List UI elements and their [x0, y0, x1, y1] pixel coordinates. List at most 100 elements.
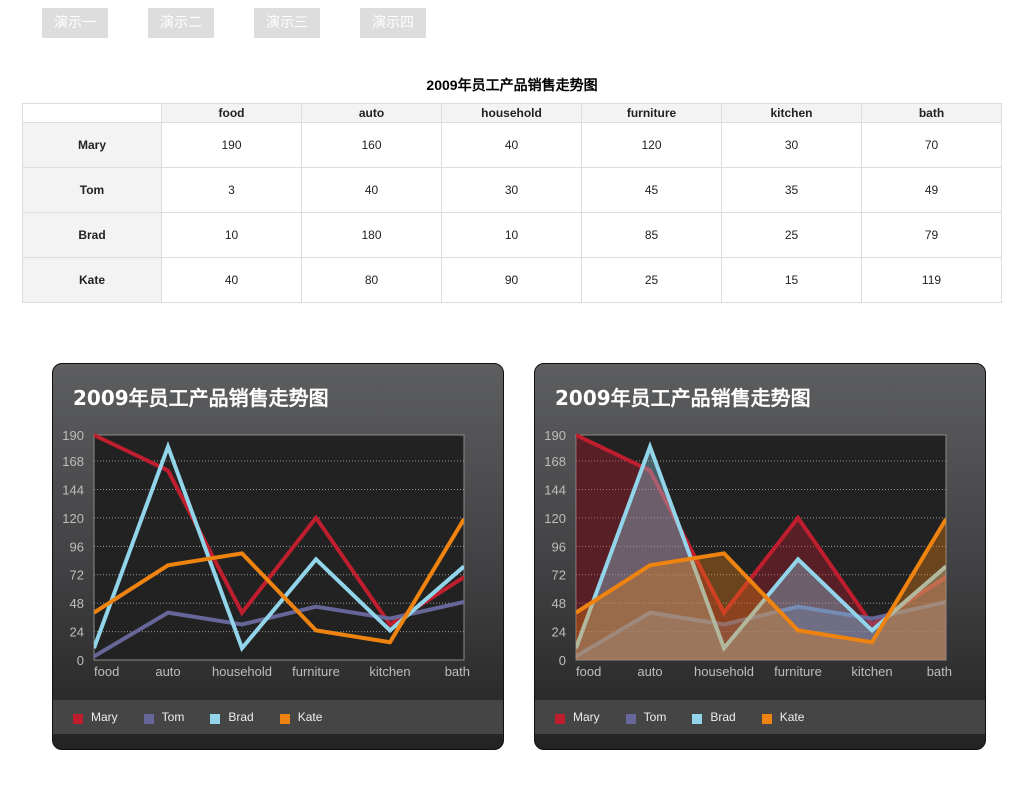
legend-swatch [279, 714, 290, 724]
column-header: household [441, 103, 582, 123]
legend-swatch [210, 714, 221, 724]
legend-item-tom[interactable]: Tom [143, 710, 185, 724]
row-header: Kate [22, 257, 162, 303]
x-tick-label: kitchen [851, 664, 892, 679]
demo-button-4[interactable]: 演示四 [360, 8, 426, 38]
table-cell: 30 [721, 122, 862, 168]
area-chart-panel: 2009年员工产品销售走势图 0 24 48 72 96 120 144 168 190 food… [534, 363, 986, 750]
table-cell: 49 [861, 167, 1002, 213]
column-header: auto [301, 103, 442, 123]
table-cell: 40 [441, 122, 582, 168]
sales-data-table: food auto household furniture kitchen ba… [22, 103, 1002, 303]
legend-swatch [761, 714, 772, 724]
y-tick-label: 0 [77, 653, 84, 668]
y-tick-label: 120 [544, 511, 566, 526]
table-cell: 25 [581, 257, 722, 303]
legend-swatch [692, 714, 703, 724]
legend-label: Mary [91, 710, 118, 724]
legend-item-brad[interactable]: Brad [692, 710, 736, 724]
table-cell: 160 [301, 122, 442, 168]
legend-item-mary[interactable]: Mary [555, 710, 600, 724]
chart-legend: Mary Tom Brad Kate [535, 700, 985, 734]
row-header: Tom [22, 167, 162, 213]
y-tick-label: 168 [62, 454, 84, 469]
legend-item-kate[interactable]: Kate [761, 710, 805, 724]
legend-label: Brad [228, 710, 254, 724]
table-cell: 3 [161, 167, 302, 213]
table-cell: 119 [861, 257, 1002, 303]
x-tick-label: furniture [292, 664, 340, 679]
legend-swatch [625, 714, 636, 724]
plot-area [93, 434, 465, 661]
y-tick-label: 72 [552, 568, 566, 583]
y-tick-label: 48 [70, 596, 84, 611]
demo-button-2[interactable]: 演示二 [148, 8, 214, 38]
demo-button-3[interactable]: 演示三 [254, 8, 320, 38]
legend-label: Kate [297, 710, 323, 724]
x-tick-label: furniture [774, 664, 822, 679]
y-tick-label: 144 [62, 482, 84, 497]
table-corner-cell [22, 103, 162, 123]
table-row: Kate 40 80 90 25 15 119 [22, 257, 1002, 303]
row-header: Brad [22, 212, 162, 258]
y-tick-label: 120 [62, 511, 84, 526]
legend-item-brad[interactable]: Brad [210, 710, 254, 724]
table-cell: 15 [721, 257, 862, 303]
chart-legend: Mary Tom Brad Kate [53, 700, 503, 734]
y-tick-label: 190 [62, 428, 84, 443]
table-cell: 90 [441, 257, 582, 303]
table-cell: 85 [581, 212, 722, 258]
legend-swatch [143, 714, 154, 724]
table-header-row: food auto household furniture kitchen ba… [22, 103, 1002, 123]
column-header: food [161, 103, 302, 123]
demo-button-1[interactable]: 演示一 [42, 8, 108, 38]
table-cell: 180 [301, 212, 442, 258]
legend-label: Mary [573, 710, 600, 724]
legend-swatch [555, 714, 565, 724]
table-cell: 45 [581, 167, 722, 213]
legend-label: Tom [643, 710, 667, 724]
legend-swatch [73, 714, 83, 724]
y-tick-label: 96 [552, 539, 566, 554]
x-tick-label: household [212, 664, 272, 679]
y-tick-label: 144 [544, 482, 566, 497]
legend-item-tom[interactable]: Tom [625, 710, 667, 724]
table-cell: 25 [721, 212, 862, 258]
column-header: furniture [581, 103, 722, 123]
x-tick-label: bath [445, 664, 470, 679]
table-cell: 70 [861, 122, 1002, 168]
area-chart: 0 24 48 72 96 120 144 168 190 food auto household fu… [544, 428, 952, 679]
legend-label: Tom [161, 710, 185, 724]
column-header: bath [861, 103, 1002, 123]
x-tick-label: bath [927, 664, 952, 679]
y-tick-label: 48 [552, 596, 566, 611]
table-cell: 35 [721, 167, 862, 213]
table-cell: 80 [301, 257, 442, 303]
table-title: 2009年员工产品销售走势图 [426, 77, 598, 93]
table-row: Brad 10 180 10 85 25 79 [22, 212, 1002, 258]
table-cell: 190 [161, 122, 302, 168]
line-chart-panel: 2009年员工产品销售走势图 0 24 48 72 96 120 144 168 190 food… [52, 363, 504, 750]
table-cell: 40 [301, 167, 442, 213]
x-tick-label: food [576, 664, 601, 679]
table-cell: 30 [441, 167, 582, 213]
legend-label: Brad [710, 710, 736, 724]
table-cell: 79 [861, 212, 1002, 258]
table-cell: 10 [161, 212, 302, 258]
legend-item-kate[interactable]: Kate [279, 710, 323, 724]
x-tick-label: auto [637, 664, 662, 679]
line-chart: 0 24 48 72 96 120 144 168 190 food auto household fu… [62, 428, 470, 679]
table-cell: 120 [581, 122, 722, 168]
legend-label: Kate [779, 710, 805, 724]
row-header: Mary [22, 122, 162, 168]
column-header: kitchen [721, 103, 862, 123]
y-tick-label: 168 [544, 454, 566, 469]
table-row: Mary 190 160 40 120 30 70 [22, 122, 1002, 168]
x-tick-label: kitchen [369, 664, 410, 679]
legend-item-mary[interactable]: Mary [73, 710, 118, 724]
x-tick-label: auto [155, 664, 180, 679]
y-tick-label: 96 [70, 539, 84, 554]
y-tick-label: 24 [70, 625, 84, 640]
y-tick-label: 24 [552, 625, 566, 640]
y-tick-label: 190 [544, 428, 566, 443]
